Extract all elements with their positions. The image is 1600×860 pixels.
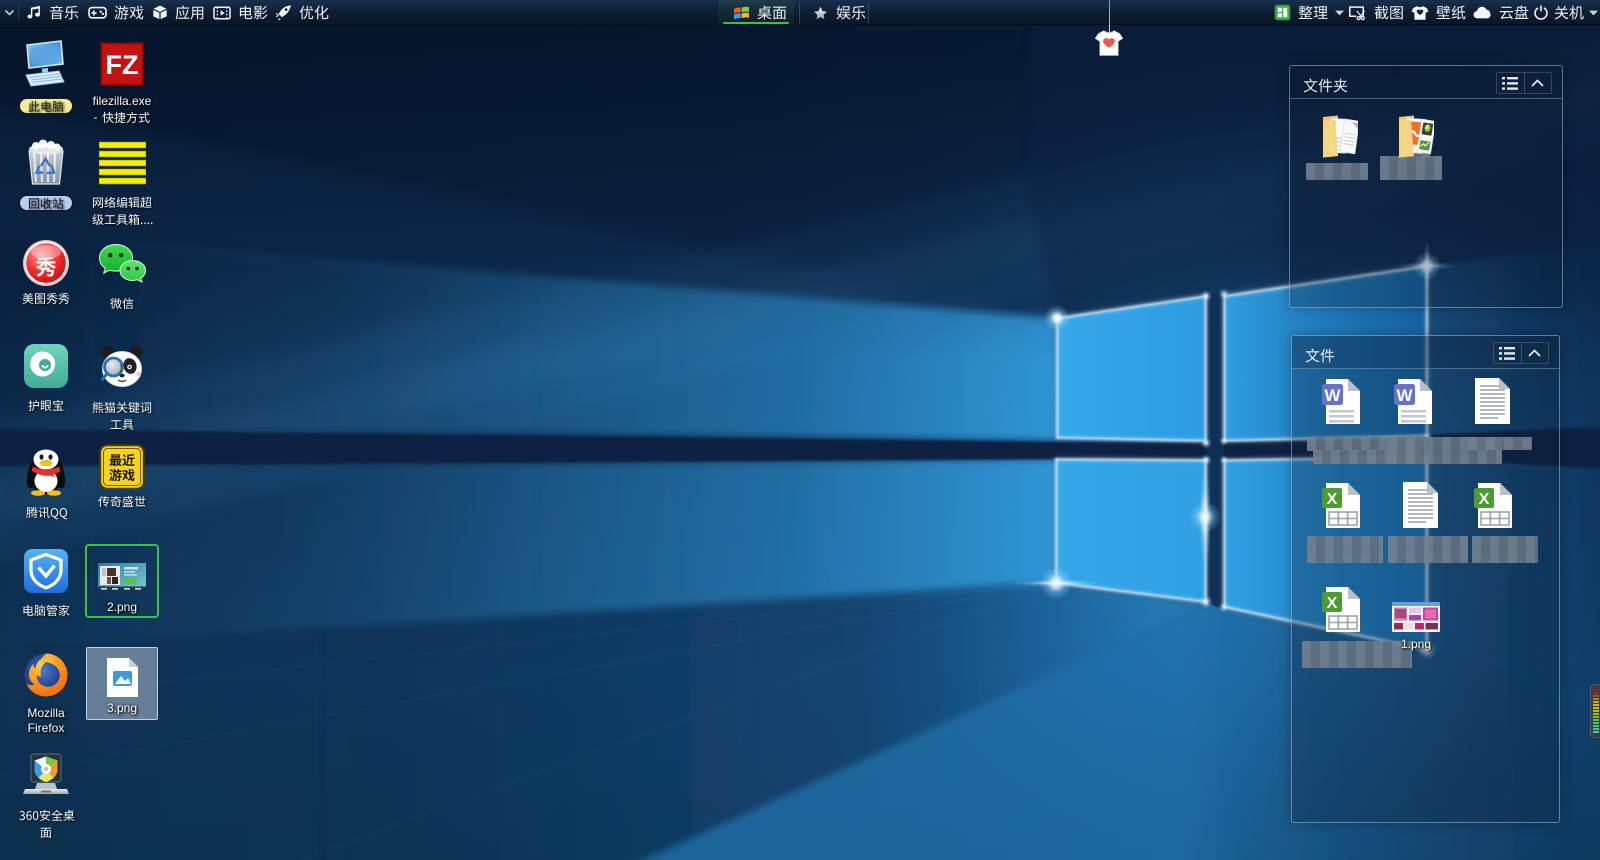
svg-text:W: W [1396,386,1413,405]
svg-text:FZ: FZ [106,50,139,80]
svg-text:W: W [1324,386,1341,405]
svg-text:X: X [1327,491,1338,508]
svg-text:X: X [1327,595,1338,612]
svg-text:X: X [1479,491,1490,508]
